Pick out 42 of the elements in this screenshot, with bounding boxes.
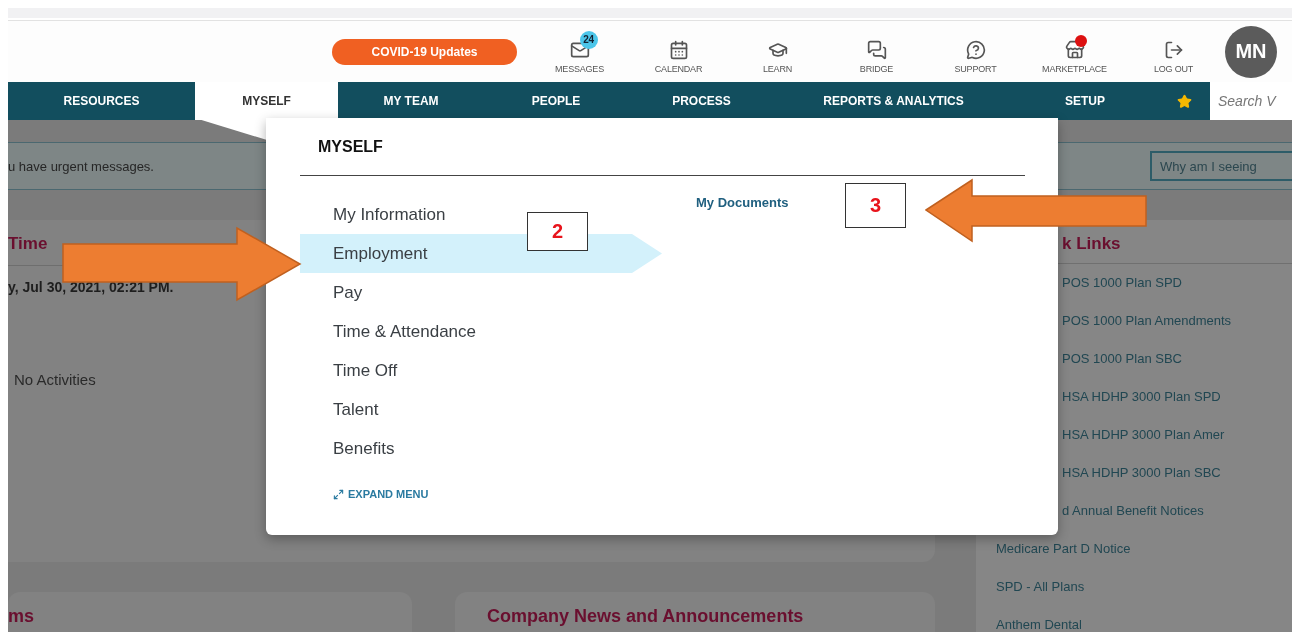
nav-tab[interactable]: MY TEAM bbox=[338, 82, 484, 120]
star-icon[interactable] bbox=[1176, 93, 1192, 109]
nav-tab[interactable]: RESOURCES bbox=[8, 82, 195, 120]
menu-item[interactable]: Benefits bbox=[333, 438, 395, 459]
header-nav-button[interactable]: MARKETPLACE bbox=[1025, 29, 1124, 74]
user-avatar[interactable]: MN bbox=[1225, 25, 1277, 78]
search-field[interactable]: Search V bbox=[1210, 82, 1292, 120]
calendar-icon bbox=[668, 39, 689, 60]
header-nav-button[interactable]: 24 MESSAGES bbox=[530, 29, 629, 74]
count-badge: 24 bbox=[579, 30, 598, 49]
header-nav-button[interactable]: BRIDGE bbox=[827, 29, 926, 74]
submenu-link[interactable]: My Documents bbox=[696, 195, 789, 234]
menu-item[interactable]: Time & Attendance bbox=[333, 321, 476, 342]
card-title: Company News and Announcements bbox=[487, 606, 804, 626]
card-title: ms bbox=[8, 606, 34, 626]
menu-item[interactable]: Employment bbox=[333, 243, 428, 264]
alert-message: u have urgent messages. bbox=[8, 158, 154, 174]
card-title: Time bbox=[8, 234, 48, 253]
expand-icon bbox=[333, 488, 344, 500]
nav-tab[interactable]: REPORTS & ANALYTICS bbox=[775, 82, 1012, 120]
menu-item[interactable]: Time Off bbox=[333, 360, 398, 381]
nav-tab[interactable]: PEOPLE bbox=[484, 82, 628, 120]
menu-item[interactable]: Talent bbox=[333, 399, 379, 420]
callout-number: 2 bbox=[527, 212, 588, 251]
store-icon bbox=[1064, 39, 1085, 60]
header-nav-button[interactable]: LOG OUT bbox=[1124, 29, 1223, 74]
question-bubble-icon bbox=[965, 39, 986, 60]
panel-title: k Links bbox=[1062, 234, 1121, 253]
header-nav-button[interactable]: CALENDAR bbox=[629, 29, 728, 74]
callout-number: 3 bbox=[845, 183, 906, 228]
empty-message: No Activities bbox=[14, 371, 96, 388]
expand-menu-link[interactable]: EXPAND MENU bbox=[333, 488, 429, 500]
nav-tab[interactable]: PROCESS bbox=[628, 82, 775, 120]
logout-icon bbox=[1163, 39, 1184, 60]
speech-bubbles-icon bbox=[866, 39, 887, 60]
header-nav-button[interactable]: SUPPORT bbox=[926, 29, 1025, 74]
menu-item[interactable]: My Information bbox=[333, 204, 446, 225]
nav-tab[interactable]: SETUP bbox=[1012, 82, 1158, 120]
menu-item[interactable]: Pay bbox=[333, 282, 363, 303]
date-text: y, Jul 30, 2021, 02:21 PM. bbox=[8, 279, 174, 295]
header-nav-button[interactable]: LEARN bbox=[728, 29, 827, 74]
menu-title: MYSELF bbox=[318, 138, 383, 155]
